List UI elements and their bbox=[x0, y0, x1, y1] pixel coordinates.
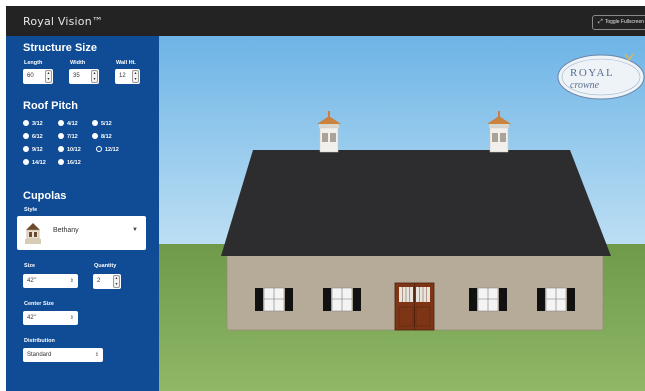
quantity-label: Quantity bbox=[94, 263, 117, 269]
window bbox=[255, 287, 293, 312]
roof-pitch-heading: Roof Pitch bbox=[23, 100, 78, 112]
roof-pitch-option[interactable]: 9/12 bbox=[23, 146, 43, 154]
distribution-label: Distribution bbox=[24, 338, 55, 344]
cupola-size-select[interactable]: 42" ⇕ bbox=[23, 274, 78, 288]
stepper-arrows-icon[interactable]: ▲ ▼ bbox=[91, 70, 98, 83]
roof-pitch-option[interactable]: 8/12 bbox=[92, 133, 112, 141]
window bbox=[537, 287, 575, 312]
barn-door bbox=[394, 282, 435, 331]
distribution-select[interactable]: Standard ⇕ bbox=[23, 348, 103, 362]
stepper-arrows-icon[interactable]: ▲ ▼ bbox=[45, 70, 52, 83]
distribution-value: Standard bbox=[27, 352, 52, 358]
length-label: Length bbox=[24, 60, 43, 66]
expand-arrows-icon: ⤢ bbox=[598, 19, 603, 25]
cupolas-heading: Cupolas bbox=[23, 190, 67, 202]
app-title: Royal Vision™ bbox=[23, 15, 104, 28]
roof-pitch-option[interactable]: 3/12 bbox=[23, 120, 43, 128]
wall-height-label: Wall Ht. bbox=[116, 60, 136, 66]
cupola-style-value: Bethany bbox=[53, 227, 79, 234]
select-arrows-icon: ⇕ bbox=[94, 352, 99, 358]
center-size-value: 42" bbox=[27, 315, 36, 321]
quantity-stepper[interactable]: 2 ▲ ▼ bbox=[93, 274, 121, 289]
length-stepper[interactable]: 60 ▲ ▼ bbox=[23, 69, 53, 84]
roof-pitch-option[interactable]: 6/12 bbox=[23, 133, 43, 141]
center-size-select[interactable]: 42" ⇕ bbox=[23, 311, 78, 325]
select-arrows-icon: ⇕ bbox=[69, 278, 74, 284]
width-stepper[interactable]: 35 ▲ ▼ bbox=[69, 69, 99, 84]
roof-pitch-option[interactable]: 7/12 bbox=[58, 133, 78, 141]
select-arrows-icon: ⇕ bbox=[69, 315, 74, 321]
barn-roof bbox=[221, 150, 611, 256]
logo-text-crowne: crowne bbox=[570, 80, 600, 91]
logo-text-royal: ROYAL bbox=[570, 67, 614, 79]
wall-height-value: 12 bbox=[119, 73, 126, 79]
app-header: Royal Vision™ ⤢ Toggle Fullscreen bbox=[6, 6, 645, 36]
roof-pitch-option[interactable]: 14/12 bbox=[23, 159, 46, 167]
length-value: 60 bbox=[27, 73, 34, 79]
roof-pitch-option-selected[interactable]: 12/12 bbox=[96, 146, 119, 154]
quantity-value: 2 bbox=[97, 278, 101, 284]
toggle-fullscreen-label: Toggle Fullscreen bbox=[604, 19, 644, 25]
royal-crowne-logo: ROYAL crowne bbox=[557, 48, 645, 106]
window bbox=[469, 287, 507, 312]
roof-pitch-option[interactable]: 4/12 bbox=[58, 120, 78, 128]
roof-pitch-option[interactable]: 16/12 bbox=[58, 159, 81, 167]
cupola-size-value: 42" bbox=[27, 278, 36, 284]
roof-pitch-option[interactable]: 5/12 bbox=[92, 120, 112, 128]
structure-size-heading: Structure Size bbox=[23, 42, 97, 54]
toggle-fullscreen-button[interactable]: ⤢ Toggle Fullscreen bbox=[592, 15, 645, 30]
size-label: Size bbox=[24, 263, 36, 269]
width-value: 35 bbox=[73, 73, 80, 79]
center-size-label: Center Size bbox=[24, 301, 54, 307]
stepper-arrows-icon[interactable]: ▲ ▼ bbox=[132, 70, 139, 83]
roof-pitch-option[interactable]: 10/12 bbox=[58, 146, 81, 154]
stepper-arrows-icon[interactable]: ▲ ▼ bbox=[113, 275, 120, 288]
configuration-sidebar: Structure Size Length Width Wall Ht. 60 … bbox=[6, 36, 159, 391]
cupola-thumbnail-icon bbox=[25, 223, 41, 244]
width-label: Width bbox=[70, 60, 86, 66]
style-label: Style bbox=[24, 207, 38, 213]
dropdown-caret-icon: ▼ bbox=[132, 227, 138, 233]
window bbox=[323, 287, 361, 312]
cupola-style-select[interactable]: Bethany ▼ bbox=[17, 216, 146, 250]
wall-height-stepper[interactable]: 12 ▲ ▼ bbox=[115, 69, 140, 84]
